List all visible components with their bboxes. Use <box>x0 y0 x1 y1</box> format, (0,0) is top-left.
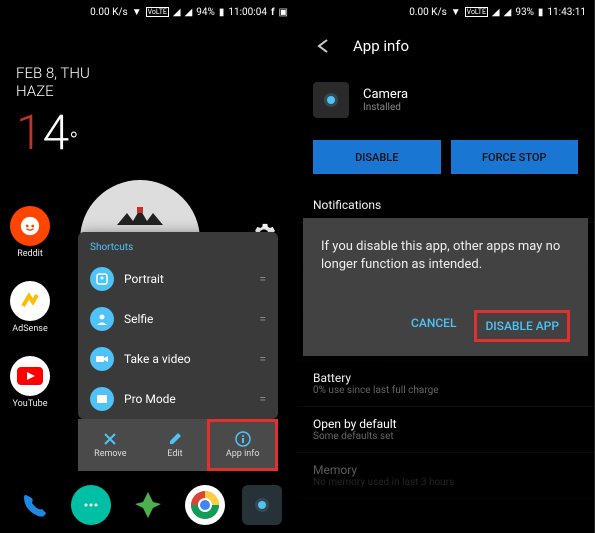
action-label: App info <box>226 449 260 459</box>
page-title: App info <box>353 37 409 55</box>
button-row: DISABLE FORCE STOP <box>297 132 594 188</box>
status-speed: 0.00 K/s <box>409 7 447 18</box>
status-battery: 94% <box>196 7 215 18</box>
wifi-icon: ▼ <box>451 7 461 18</box>
section-sub: No memory used in last 3 hours <box>313 477 578 488</box>
remove-button[interactable]: Remove <box>78 419 143 471</box>
shortcuts-popup: Shortcuts Portrait = Selfie = Take a vid… <box>78 232 278 419</box>
force-stop-button[interactable]: FORCE STOP <box>451 140 579 174</box>
temp-rest: 4 <box>43 104 70 161</box>
section-open-default[interactable]: Open by default Some defaults set <box>297 407 594 453</box>
volte-icon: VoLTE <box>146 7 169 17</box>
messages-app[interactable] <box>71 485 111 525</box>
section-sub: 0% use since last full charge <box>313 385 578 396</box>
drag-handle-icon[interactable]: = <box>259 352 266 366</box>
app-adsense[interactable]: AdSense <box>10 281 50 334</box>
cancel-button[interactable]: CANCEL <box>403 310 464 342</box>
temperature: 1 4 ° <box>0 104 296 177</box>
promode-icon <box>90 387 114 411</box>
disable-dialog: If you disable this app, other apps may … <box>303 218 588 356</box>
signal-icon: ◢ <box>185 7 193 18</box>
disable-app-button[interactable]: DISABLE APP <box>474 310 570 342</box>
facebook-icon: f <box>271 7 275 18</box>
dialog-message: If you disable this app, other apps may … <box>321 238 570 274</box>
section-memory[interactable]: Memory No memory used in last 3 hours <box>297 453 594 499</box>
action-label: Remove <box>94 449 126 459</box>
back-icon[interactable] <box>313 36 333 56</box>
app-info-screen: 0.00 K/s ▼ VoLTE ◢ ◢ 93% ▮ 11:43:11 App … <box>297 0 594 533</box>
edit-button[interactable]: Edit <box>143 419 208 471</box>
dialog-actions: CANCEL DISABLE APP <box>321 310 570 342</box>
shortcut-label: Portrait <box>124 272 249 286</box>
app-name: Camera <box>363 87 408 102</box>
video-icon <box>90 347 114 371</box>
shortcut-label: Take a video <box>124 352 249 366</box>
portrait-icon <box>90 267 114 291</box>
signal-icon: ◢ <box>504 7 512 18</box>
dock <box>0 485 296 525</box>
disable-button[interactable]: DISABLE <box>313 140 441 174</box>
wifi-icon: ▼ <box>132 7 142 18</box>
pencil-icon <box>167 431 183 447</box>
section-title: Memory <box>313 463 578 477</box>
app-label: YouTube <box>13 399 48 409</box>
app-label: AdSense <box>12 324 47 334</box>
app-icon-thumb <box>313 82 349 118</box>
app-action-bar: Remove Edit App info <box>78 419 278 471</box>
battery-icon: ▮ <box>538 7 544 18</box>
section-title: Notifications <box>313 198 578 212</box>
degree-symbol: ° <box>69 127 78 155</box>
info-icon <box>235 431 251 447</box>
date-text: FEB 8, THU <box>16 64 280 82</box>
app-status: Installed <box>363 102 408 113</box>
status-bar: 0.00 K/s ▼ VoLTE ◢ ◢ 94% ▮ 11:00:04 f ▣ <box>0 0 296 24</box>
app-reddit[interactable]: Reddit <box>10 206 50 259</box>
phone-app[interactable] <box>14 485 54 525</box>
section-title: Battery <box>313 371 578 385</box>
status-time: 11:00:04 <box>228 7 267 18</box>
shortcut-label: Selfie <box>124 312 249 326</box>
bat-icon <box>115 205 165 235</box>
drag-handle-icon[interactable]: = <box>259 392 266 406</box>
section-title: Open by default <box>313 417 578 431</box>
status-bar: 0.00 K/s ▼ VoLTE ◢ ◢ 93% ▮ 11:43:11 <box>297 0 594 24</box>
app-info-button[interactable]: App info <box>207 419 278 471</box>
status-battery: 93% <box>515 7 534 18</box>
chrome-app[interactable] <box>185 485 225 525</box>
app-youtube[interactable]: YouTube <box>10 356 50 409</box>
shortcut-label: Pro Mode <box>124 392 249 406</box>
date-header: FEB 8, THU HAZE <box>0 24 296 104</box>
weather-text: HAZE <box>16 82 280 100</box>
shortcut-selfie[interactable]: Selfie = <box>78 299 278 339</box>
section-battery[interactable]: Battery 0% use since last full charge <box>297 361 594 407</box>
shortcut-promode[interactable]: Pro Mode = <box>78 379 278 419</box>
home-screen: 0.00 K/s ▼ VoLTE ◢ ◢ 94% ▮ 11:00:04 f ▣ … <box>0 0 297 533</box>
shortcut-portrait[interactable]: Portrait = <box>78 259 278 299</box>
action-label: Edit <box>167 449 182 459</box>
temp-first-digit: 1 <box>16 104 43 161</box>
drag-handle-icon[interactable]: = <box>259 312 266 326</box>
app-bar: App info <box>297 24 594 68</box>
selfie-icon <box>90 307 114 331</box>
drag-handle-icon[interactable]: = <box>259 272 266 286</box>
shortcut-video[interactable]: Take a video = <box>78 339 278 379</box>
app-column: Reddit AdSense YouTube <box>10 206 50 409</box>
signal-icon: ◢ <box>173 7 181 18</box>
image-icon: ▣ <box>279 7 288 18</box>
app-label: Reddit <box>17 249 43 259</box>
signal-icon: ◢ <box>492 7 500 18</box>
leaf-app[interactable] <box>128 485 168 525</box>
section-sub: Some defaults set <box>313 431 578 442</box>
volte-icon: VoLTE <box>465 7 488 17</box>
shortcuts-title: Shortcuts <box>78 232 278 259</box>
close-icon <box>102 431 118 447</box>
battery-icon: ▮ <box>219 7 225 18</box>
status-speed: 0.00 K/s <box>90 7 128 18</box>
camera-app[interactable] <box>242 485 282 525</box>
status-time: 11:43:11 <box>547 7 586 18</box>
app-header: Camera Installed <box>297 68 594 132</box>
